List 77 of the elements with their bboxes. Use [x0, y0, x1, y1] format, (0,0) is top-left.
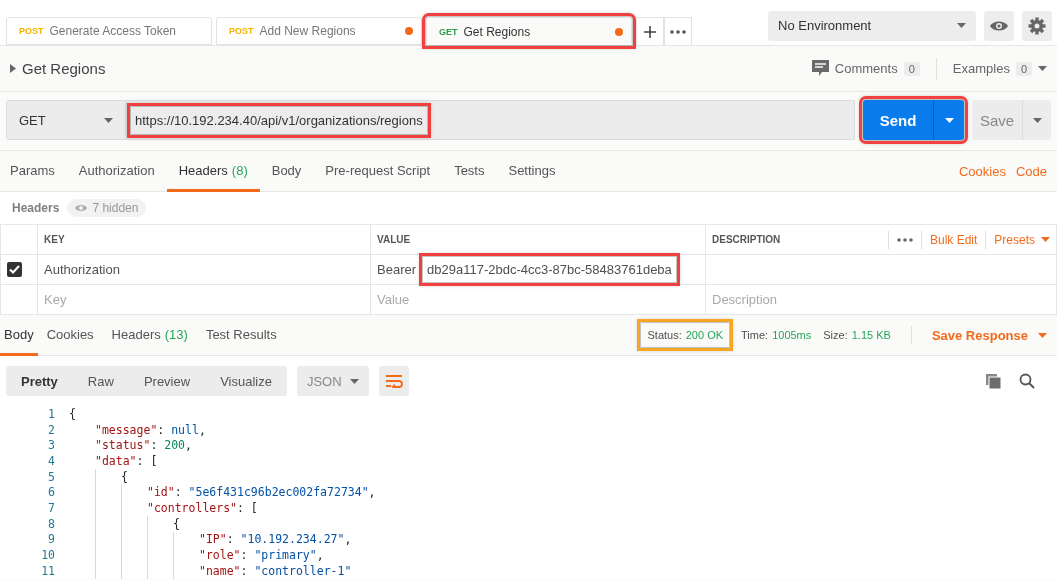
plus-icon — [643, 24, 657, 39]
column-header: VALUE — [377, 234, 411, 245]
more-button[interactable] — [664, 17, 692, 45]
caret-icon — [1038, 66, 1047, 71]
response-size: Size: 1.15 KB — [823, 329, 891, 341]
line-number: 6 — [47, 485, 56, 500]
caret-icon — [1041, 237, 1050, 242]
new-tab-button[interactable] — [636, 17, 664, 45]
comments-count: 0 — [903, 61, 920, 76]
code-line: "data": [ — [95, 453, 158, 468]
request-section-tab[interactable]: Body — [259, 151, 314, 192]
request-tab[interactable]: POST Add New Regions — [216, 17, 422, 45]
header-checkbox[interactable] — [7, 262, 22, 277]
copy-icon[interactable] — [986, 373, 1001, 389]
response-tab[interactable]: Test Results — [196, 315, 286, 356]
column-header: DESCRIPTION — [712, 234, 782, 245]
caret-icon — [957, 23, 966, 28]
request-section-tab[interactable]: Authorization — [66, 151, 167, 192]
line-number: 4 — [47, 453, 56, 468]
caret-icon — [1038, 332, 1047, 338]
code-line: "controllers": [ — [147, 500, 258, 515]
view-mode-tab[interactable]: Preview — [128, 366, 206, 396]
view-mode-tab[interactable]: Pretty — [6, 366, 73, 396]
line-number: 5 — [47, 469, 56, 484]
wrap-button[interactable] — [378, 366, 409, 396]
line-number: 7 — [47, 500, 56, 515]
more-icon — [670, 29, 686, 34]
expand-icon[interactable] — [10, 64, 16, 73]
column-header: KEY — [44, 234, 65, 245]
request-section-tab[interactable]: Pre-request Script — [313, 151, 443, 192]
header-key: Authorization — [44, 262, 120, 277]
bearer-prefix: Bearer — [377, 262, 417, 277]
request-section-tab[interactable]: Params — [0, 151, 67, 192]
response-tab[interactable]: Headers (13) — [102, 315, 197, 356]
response-tab[interactable]: Cookies — [37, 315, 103, 356]
search-icon[interactable] — [1019, 373, 1035, 389]
caret-icon — [944, 117, 954, 123]
eye-button[interactable] — [984, 10, 1014, 41]
gear-icon — [1028, 16, 1046, 35]
line-number: 8 — [47, 516, 56, 531]
method-dropdown[interactable]: GET — [6, 100, 126, 140]
line-number: 11 — [40, 563, 56, 578]
view-mode-tab[interactable]: Visualize — [205, 366, 287, 396]
comments-link[interactable]: Comments — [834, 61, 898, 76]
code-line: "role": "primary", — [199, 548, 324, 563]
settings-button[interactable] — [1022, 10, 1052, 41]
view-mode-tab[interactable]: Raw — [72, 366, 129, 396]
examples-count: 0 — [1015, 61, 1032, 76]
environment-dropdown[interactable]: No Environment — [768, 10, 976, 41]
line-number: 3 — [47, 438, 56, 453]
response-time: Time: 1005ms — [741, 329, 812, 341]
wrap-icon — [384, 374, 403, 388]
line-number: 1 — [47, 406, 56, 421]
more-icon[interactable] — [896, 237, 913, 242]
line-number: 9 — [47, 532, 56, 547]
comment-icon[interactable] — [811, 60, 829, 77]
eye-icon — [75, 204, 88, 212]
caret-icon — [349, 378, 359, 384]
code-line: { — [69, 406, 76, 421]
code-line: { — [121, 469, 128, 484]
code-line: "IP": "10.192.234.27", — [199, 532, 352, 547]
line-number: 10 — [40, 548, 56, 563]
code-line: { — [173, 516, 180, 531]
request-section-tab[interactable]: Tests — [442, 151, 497, 192]
headers-label: Headers — [12, 201, 60, 215]
code-line: "status": 200, — [95, 438, 192, 453]
caret-icon — [104, 117, 113, 123]
code-line: "id": "5e6f431c96b2ec002fa72734", — [147, 485, 376, 500]
eye-icon — [990, 19, 1008, 32]
examples-link[interactable]: Examples — [952, 61, 1010, 76]
request-title: Get Regions — [22, 60, 107, 77]
line-number: 2 — [47, 422, 56, 437]
code-line: "name": "controller-1" — [199, 563, 352, 578]
request-section-tab[interactable]: Settings — [496, 151, 568, 192]
request-tab[interactable]: POST Generate Access Token — [6, 17, 212, 45]
caret-icon — [1032, 117, 1042, 123]
code-line: "message": null, — [95, 422, 206, 437]
